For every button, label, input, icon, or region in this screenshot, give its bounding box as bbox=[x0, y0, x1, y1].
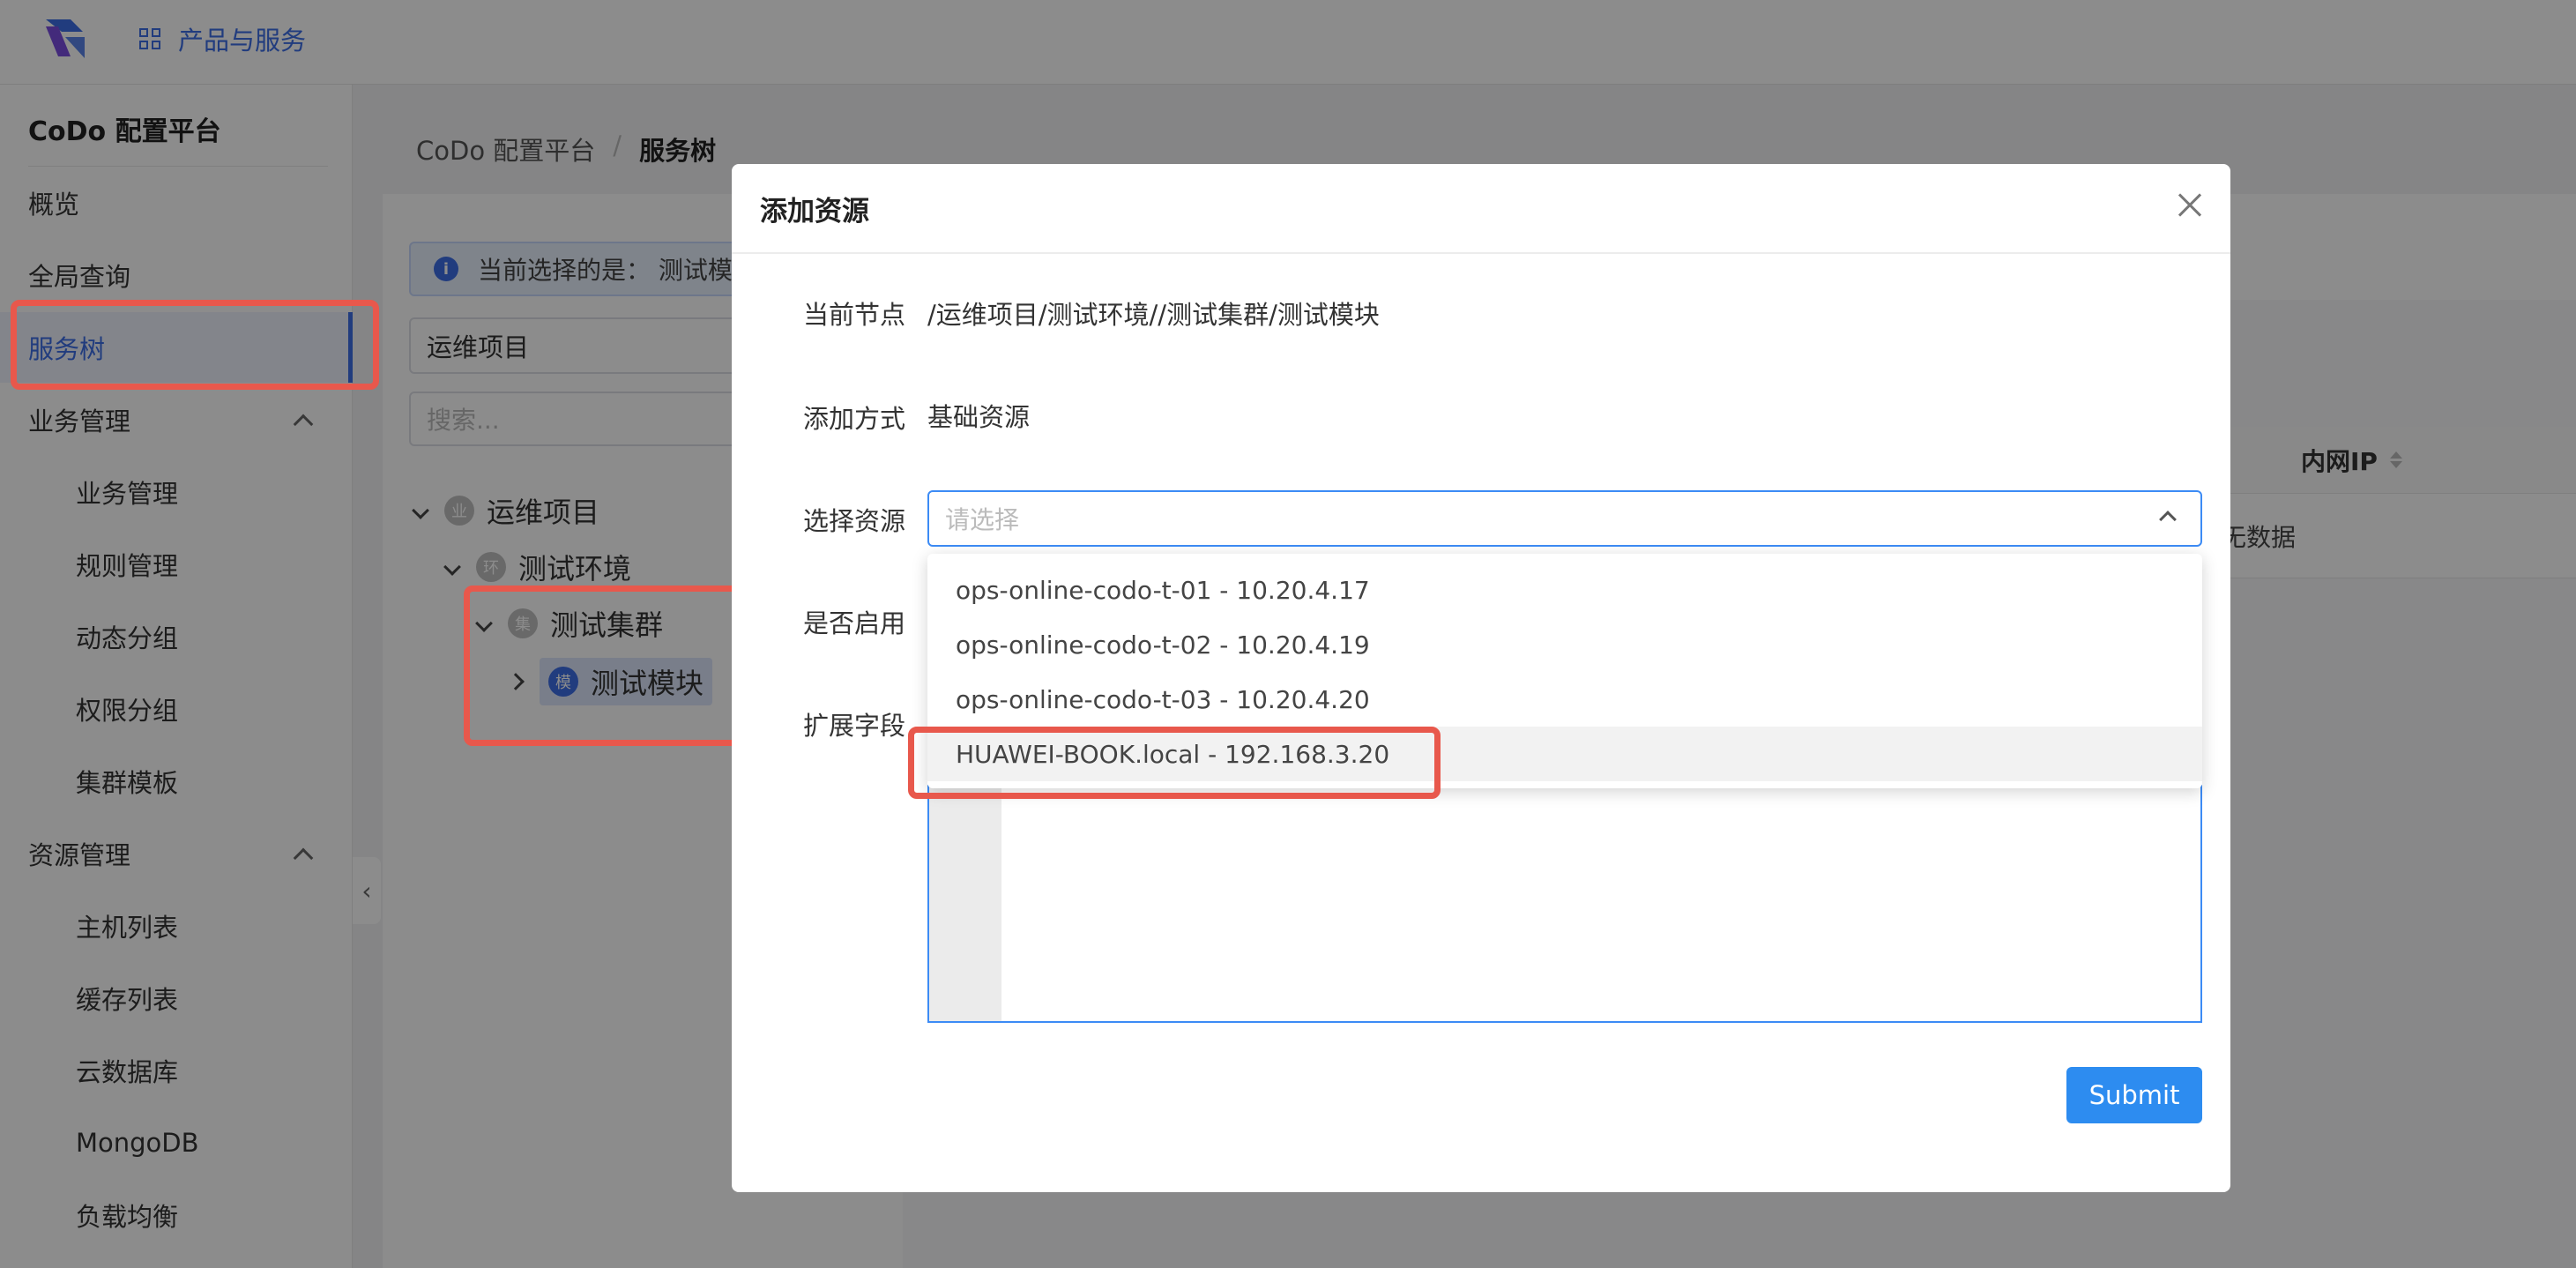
select-resource-label: 选择资源 bbox=[802, 506, 905, 536]
add-method-label: 添加方式 bbox=[802, 404, 905, 434]
annotation-box-service-tree bbox=[11, 300, 379, 390]
current-node-label: 当前节点 bbox=[802, 300, 905, 330]
extension-fields-label: 扩展字段 bbox=[802, 711, 905, 741]
submit-button[interactable]: Submit bbox=[2066, 1067, 2202, 1123]
annotation-box-tree-nodes bbox=[464, 586, 769, 746]
resource-option[interactable]: ops-online-codo-t-02 - 10.20.4.19 bbox=[927, 617, 2202, 672]
resource-select-placeholder: 请选择 bbox=[945, 505, 1020, 534]
add-method-value: 基础资源 bbox=[927, 402, 1031, 432]
current-node-value: /运维项目/测试环境//测试集群/测试模块 bbox=[927, 300, 1380, 330]
annotation-box-selected-option bbox=[908, 727, 1441, 799]
extension-fields-editor[interactable] bbox=[927, 785, 2202, 1023]
dialog-divider bbox=[732, 252, 2230, 254]
close-icon[interactable] bbox=[2174, 189, 2206, 220]
enabled-label: 是否启用 bbox=[802, 608, 905, 638]
editor-line-gutter bbox=[929, 785, 1001, 1021]
resource-option[interactable]: ops-online-codo-t-03 - 10.20.4.20 bbox=[927, 672, 2202, 727]
resource-option[interactable]: ops-online-codo-t-01 - 10.20.4.17 bbox=[927, 563, 2202, 617]
dialog-title: 添加资源 bbox=[760, 196, 869, 227]
resource-select[interactable]: 请选择 bbox=[927, 490, 2202, 547]
chevron-up-icon bbox=[2159, 511, 2177, 528]
